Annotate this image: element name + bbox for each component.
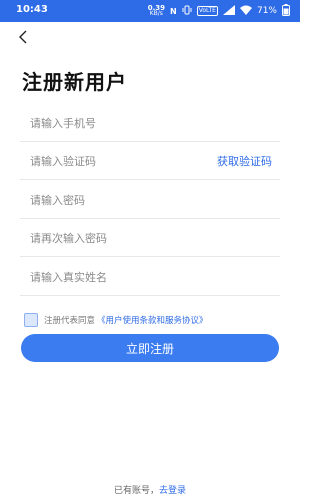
phone-field: [20, 104, 280, 142]
nfc-icon: N: [169, 6, 177, 16]
status-icons: 0.39 KB/s N VoLTE 71%: [148, 4, 290, 18]
code-field: 获取验证码: [20, 142, 280, 180]
wifi-icon: [239, 5, 252, 17]
battery-percent: 71%: [256, 6, 277, 16]
battery-icon: [282, 4, 290, 18]
realname-input[interactable]: [30, 268, 200, 286]
footer-text: 已有账号，: [113, 486, 159, 496]
register-button[interactable]: 立即注册: [21, 334, 279, 362]
signal-icon: [222, 5, 235, 17]
login-link[interactable]: 去登录: [159, 486, 186, 496]
network-speed-unit: KB/s: [149, 10, 163, 17]
password-field: [20, 181, 280, 219]
volte-icon: VoLTE: [196, 6, 218, 16]
chevron-left-icon: [19, 30, 27, 44]
agreement-link[interactable]: 《用户使用条款和服务协议》: [97, 314, 208, 326]
page-title: 注册新用户: [22, 70, 127, 94]
agreement-text: 注册代表同意: [44, 316, 96, 326]
agreement-row: 注册代表同意 《用户使用条款和服务协议》: [24, 313, 208, 327]
password-input[interactable]: [30, 191, 200, 209]
vibrate-icon: [182, 5, 192, 17]
back-button[interactable]: [13, 27, 33, 47]
confirm-password-field: [20, 219, 280, 257]
footer: 已有账号，去登录: [0, 483, 300, 496]
get-code-button[interactable]: 获取验证码: [217, 153, 272, 169]
phone-input[interactable]: [30, 114, 200, 132]
status-bar: 10:43 0.39 KB/s N VoLTE 71%: [0, 0, 300, 22]
verification-code-input[interactable]: [30, 152, 200, 170]
network-speed: 0.39 KB/s: [148, 5, 165, 17]
confirm-password-input[interactable]: [30, 229, 200, 247]
status-time: 10:43: [16, 4, 48, 15]
agreement-checkbox[interactable]: [24, 313, 38, 327]
realname-field: [20, 258, 280, 296]
